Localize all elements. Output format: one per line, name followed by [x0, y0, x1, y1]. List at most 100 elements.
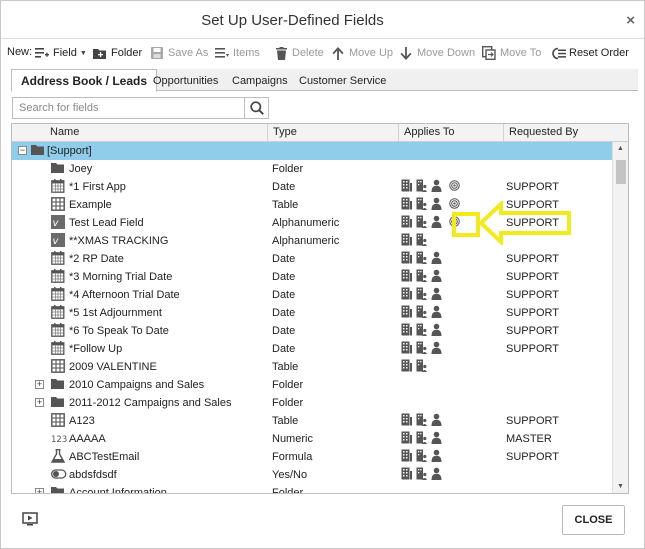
table-row[interactable]: *2 RP Date Date SUPPORT	[12, 250, 612, 268]
expand-icon[interactable]: +	[35, 488, 44, 493]
set-up-user-defined-fields-dialog: Set Up User-Defined Fields × New: Field …	[0, 0, 645, 549]
building-icon	[401, 431, 412, 447]
contact-card-icon	[416, 197, 427, 213]
building-icon	[401, 251, 412, 267]
applies-to-icons	[401, 359, 427, 375]
tab-address-book-leads[interactable]: Address Book / Leads	[11, 69, 158, 92]
contact-card-icon	[416, 179, 427, 195]
new-folder-button[interactable]: Folder	[92, 43, 142, 63]
field-name: Test Lead Field	[69, 217, 144, 229]
table-row[interactable]: ABCTestEmail Formula SUPPORT	[12, 448, 612, 466]
table-row[interactable]: *1 First App Date SUPPORT	[12, 178, 612, 196]
column-header-name[interactable]: Name	[12, 124, 267, 141]
person-icon	[431, 305, 442, 321]
table-row[interactable]: 2009 VALENTINE Table	[12, 358, 612, 376]
annotation-highlight-box	[452, 212, 480, 237]
collapse-icon[interactable]: −	[18, 146, 27, 155]
close-button[interactable]: CLOSE	[562, 505, 625, 535]
screen-play-icon[interactable]	[22, 512, 38, 526]
field-type: Date	[272, 253, 296, 265]
field-name: ABCTestEmail	[69, 451, 140, 463]
field-label: Field	[53, 47, 77, 59]
table-row[interactable]: *5 1st Adjournment Date SUPPORT	[12, 304, 612, 322]
field-type: Folder	[272, 397, 304, 409]
table-row[interactable]: A123 Table SUPPORT	[12, 412, 612, 430]
folder-icon	[51, 485, 65, 493]
applies-to-icons	[401, 323, 442, 339]
search-box	[12, 97, 269, 119]
reset-order-button[interactable]: Reset Order	[550, 43, 629, 63]
tree-folder-row[interactable]: Joey Folder	[12, 160, 612, 178]
applies-to-icons	[401, 251, 442, 267]
field-type: Date	[272, 325, 296, 337]
tab-campaigns[interactable]: Campaigns	[232, 71, 288, 92]
table-row[interactable]: *6 To Speak To Date Date SUPPORT	[12, 322, 612, 340]
folder-label: Folder	[111, 47, 143, 59]
tab-customer-service[interactable]: Customer Service	[299, 71, 386, 92]
person-icon	[431, 287, 442, 303]
field-name: *1 First App	[69, 181, 126, 193]
building-icon	[401, 179, 412, 195]
field-name: *Follow Up	[69, 343, 123, 355]
annotation-arrow-icon	[478, 201, 571, 245]
field-name: [Support]	[47, 145, 92, 157]
move-up-button[interactable]: Move Up	[330, 43, 393, 63]
move-to-button[interactable]: Move To	[481, 43, 541, 63]
arrow-up-icon	[330, 45, 346, 61]
items-label: Items	[233, 47, 260, 59]
tree-folder-row[interactable]: + Account Information Folder	[12, 484, 612, 493]
new-field-button[interactable]: Field ▼	[34, 43, 87, 63]
tree-folder-row[interactable]: +2010 Campaigns and Sales Folder	[12, 376, 612, 394]
formula-icon	[50, 448, 66, 463]
vertical-scrollbar[interactable]: ▲ ▼	[612, 142, 628, 493]
folder-icon	[31, 143, 45, 157]
field-type: Table	[272, 199, 299, 211]
building-icon	[401, 197, 412, 213]
calendar-icon	[51, 179, 65, 193]
delete-button[interactable]: Delete	[273, 43, 324, 63]
field-name: *4 Afternoon Trial Date	[69, 289, 180, 301]
table-row[interactable]: abdsfdsdf Yes/No	[12, 466, 612, 484]
tab-opportunities[interactable]: Opportunities	[153, 71, 218, 92]
building-icon	[401, 215, 412, 231]
fields-grid: Name Type Applies To Requested By − [Supp…	[11, 123, 629, 494]
column-header-type[interactable]: Type	[267, 124, 398, 141]
field-name: 2009 VALENTINE	[69, 361, 157, 373]
search-button[interactable]	[244, 98, 268, 118]
expand-icon[interactable]: +	[35, 380, 44, 389]
add-field-icon	[34, 45, 50, 61]
chevron-down-icon: ▼	[79, 49, 87, 57]
table-row[interactable]: *Follow Up Date SUPPORT	[12, 340, 612, 358]
items-button[interactable]: Items	[214, 43, 260, 63]
column-header-applies-to[interactable]: Applies To	[398, 124, 503, 141]
scroll-up-arrow-icon[interactable]: ▲	[617, 145, 624, 152]
table-row[interactable]: *4 Afternoon Trial Date Date SUPPORT	[12, 286, 612, 304]
table-row[interactable]: 123 AAAAA Numeric MASTER	[12, 430, 612, 448]
expand-icon[interactable]: +	[35, 398, 44, 407]
field-name: A123	[69, 415, 95, 427]
save-as-button[interactable]: Save As	[149, 43, 208, 63]
tree-folder-row[interactable]: − [Support]	[12, 142, 612, 160]
contact-card-icon	[416, 215, 427, 231]
alphanumeric-icon: ⅴ	[51, 233, 65, 247]
table-row[interactable]: *3 Morning Trial Date Date SUPPORT	[12, 268, 612, 286]
target-icon	[449, 197, 460, 213]
close-icon[interactable]: ×	[626, 12, 635, 29]
field-type: Date	[272, 271, 296, 283]
tree-folder-row[interactable]: +2011-2012 Campaigns and Sales Folder	[12, 394, 612, 412]
dialog-titlebar: Set Up User-Defined Fields ×	[1, 1, 644, 39]
requested-by: SUPPORT	[506, 307, 559, 319]
applies-to-icons	[401, 449, 442, 465]
search-input[interactable]	[13, 98, 245, 118]
move-down-button[interactable]: Move Down	[398, 43, 475, 63]
new-label: New:	[7, 46, 33, 58]
column-header-requested-by[interactable]: Requested By	[503, 124, 628, 141]
scroll-thumb[interactable]	[616, 160, 626, 184]
contact-card-icon	[416, 431, 427, 447]
applies-to-icons	[401, 179, 460, 195]
scroll-down-arrow-icon[interactable]: ▼	[617, 483, 624, 490]
applies-to-icons	[401, 413, 442, 429]
numeric-icon: 123	[51, 431, 67, 445]
field-type: Date	[272, 307, 296, 319]
tab-bar: Address Book / Leads Opportunities Campa…	[11, 69, 638, 92]
